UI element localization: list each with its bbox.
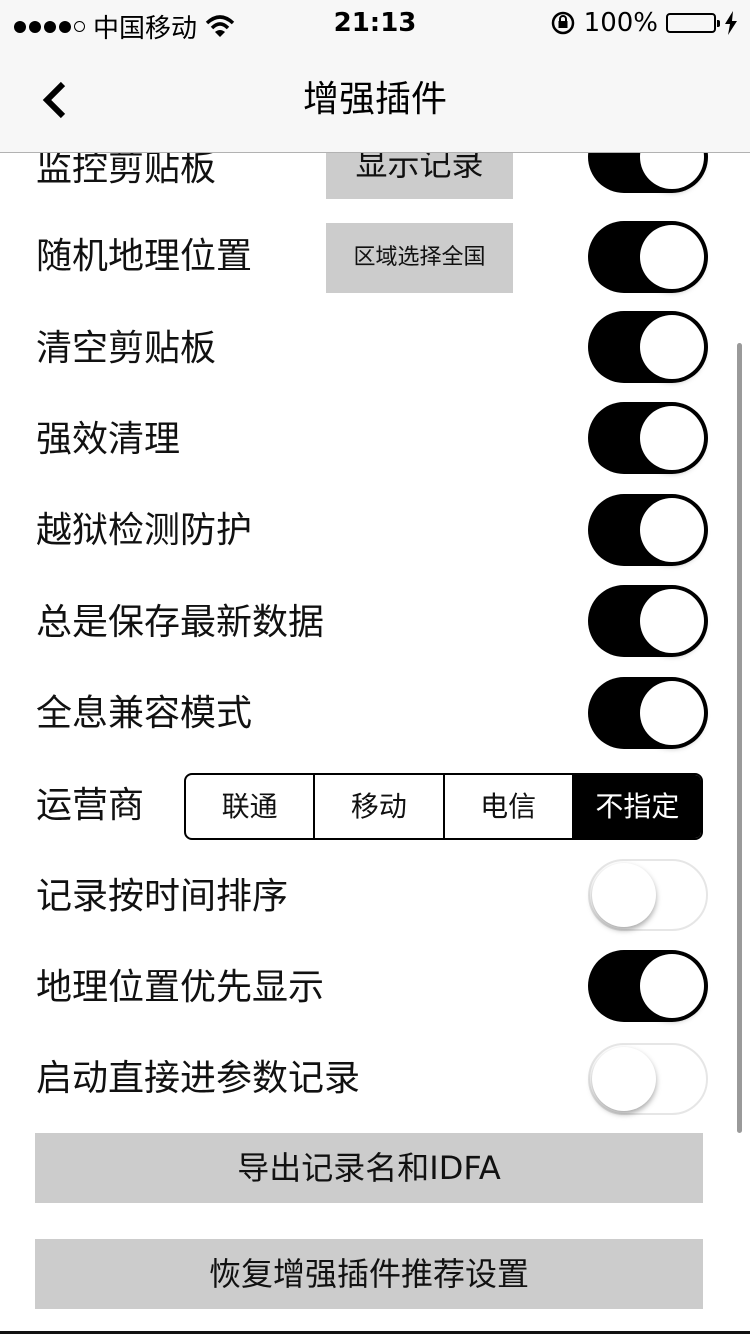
- setting-label: 随机地理位置: [36, 236, 253, 277]
- location-first-toggle[interactable]: [588, 950, 708, 1022]
- setting-label: 监控剪贴板: [36, 153, 217, 189]
- region-select-button[interactable]: 区域选择全国: [326, 223, 513, 293]
- setting-label: 启动直接进参数记录: [36, 1058, 361, 1099]
- segment-mobile[interactable]: 移动: [315, 775, 445, 838]
- setting-label: 全息兼容模式: [36, 693, 253, 734]
- status-right: 100%: [550, 8, 738, 38]
- setting-label: 地理位置优先显示: [36, 967, 325, 1008]
- setting-label: 记录按时间排序: [36, 876, 289, 917]
- navigation-bar: 增强插件: [0, 48, 750, 153]
- deep-clean-toggle[interactable]: [588, 402, 708, 474]
- wifi-icon: [205, 14, 235, 37]
- setting-row-jailbreak-protection: 越狱检测防护: [0, 485, 750, 577]
- show-records-button[interactable]: 显示记录: [326, 153, 513, 199]
- toggle-knob: [640, 153, 704, 189]
- setting-label: 越狱检测防护: [36, 510, 253, 551]
- battery-percent: 100%: [583, 8, 658, 38]
- toggle-knob: [640, 681, 704, 745]
- carrier-segmented-control[interactable]: 联通 移动 电信 不指定: [184, 773, 703, 840]
- setting-row-location-first: 地理位置优先显示: [0, 942, 750, 1034]
- setting-row-clear-clipboard: 清空剪贴板: [0, 303, 750, 395]
- setting-row-always-save-latest: 总是保存最新数据: [0, 577, 750, 669]
- toggle-knob: [592, 863, 656, 927]
- toggle-knob: [592, 1047, 656, 1111]
- rotation-lock-icon: [551, 11, 574, 35]
- setting-row-random-location: 随机地理位置 区域选择全国: [0, 211, 750, 303]
- back-button[interactable]: [30, 70, 80, 130]
- toggle-knob: [640, 954, 704, 1018]
- vertical-scrollbar[interactable]: [737, 343, 742, 1133]
- export-records-button[interactable]: 导出记录名和IDFA: [35, 1133, 703, 1203]
- segment-unicom[interactable]: 联通: [186, 775, 316, 838]
- toggle-knob: [640, 225, 704, 289]
- battery-icon: [666, 13, 720, 33]
- setting-label: 强效清理: [36, 419, 181, 460]
- chevron-left-icon: [42, 81, 66, 119]
- holographic-mode-toggle[interactable]: [588, 677, 708, 749]
- setting-label: 总是保存最新数据: [36, 602, 325, 643]
- status-bar: 中国移动 21:13 100%: [0, 0, 750, 48]
- setting-row-launch-to-records: 启动直接进参数记录: [0, 1033, 750, 1125]
- clear-clipboard-toggle[interactable]: [588, 311, 708, 383]
- setting-label: 清空剪贴板: [36, 328, 217, 369]
- random-location-toggle[interactable]: [588, 221, 708, 293]
- segment-unspecified[interactable]: 不指定: [573, 775, 701, 838]
- setting-row-deep-clean: 强效清理: [0, 394, 750, 486]
- segment-telecom[interactable]: 电信: [445, 775, 574, 838]
- signal-dots-icon: [14, 20, 85, 33]
- always-save-latest-toggle[interactable]: [588, 585, 708, 657]
- monitor-clipboard-toggle[interactable]: [588, 153, 708, 193]
- setting-row-sort-by-time: 记录按时间排序: [0, 851, 750, 943]
- carrier-label: 运营商: [36, 785, 145, 826]
- setting-row-holographic-mode: 全息兼容模式: [0, 668, 750, 760]
- carrier-name: 中国移动: [93, 14, 198, 44]
- status-left: 中国移动: [14, 8, 235, 45]
- launch-to-records-toggle[interactable]: [588, 1043, 708, 1115]
- toggle-knob: [640, 589, 704, 653]
- setting-row-monitor-clipboard: 监控剪贴板 显示记录: [0, 153, 750, 215]
- toggle-knob: [640, 406, 704, 470]
- jailbreak-protection-toggle[interactable]: [588, 494, 708, 566]
- charging-bolt-icon: [725, 11, 737, 35]
- page-title: 增强插件: [302, 79, 447, 120]
- toggle-knob: [640, 498, 704, 562]
- settings-list[interactable]: 监控剪贴板 显示记录 随机地理位置 区域选择全国 清空剪贴板 强效清理 越狱检测…: [0, 153, 750, 1334]
- toggle-knob: [640, 315, 704, 379]
- sort-by-time-toggle[interactable]: [588, 859, 708, 931]
- restore-defaults-button[interactable]: 恢复增强插件推荐设置: [35, 1239, 703, 1309]
